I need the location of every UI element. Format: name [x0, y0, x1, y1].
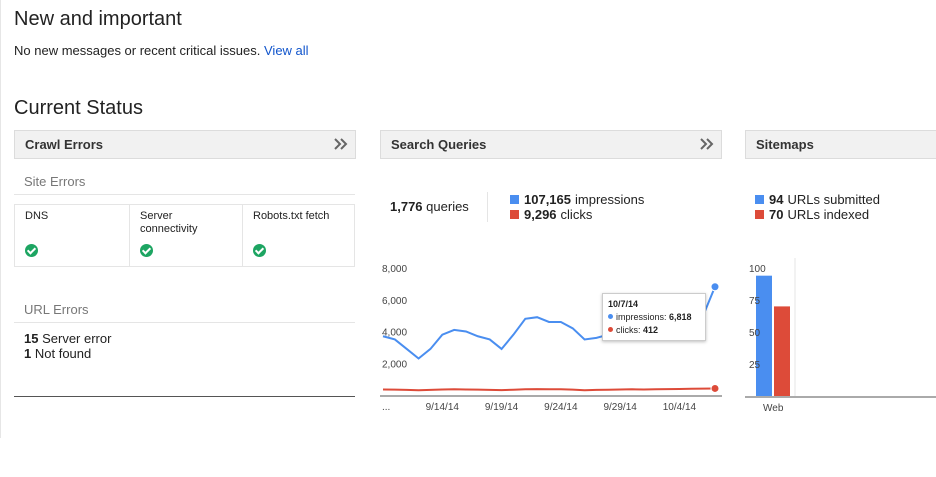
url-error-not-found[interactable]: 1 Not found	[24, 346, 91, 361]
site-error-robots-fetch[interactable]: Robots.txt fetch	[242, 205, 355, 266]
url-error-count: 15	[24, 331, 39, 346]
check-circle-icon	[140, 244, 153, 257]
sitemaps-chart[interactable]: 100 75 50 25 Web	[745, 258, 936, 418]
y-tick-label: 100	[749, 264, 766, 275]
site-errors-grid: DNS Server connectivity Robots.txt fetch	[14, 204, 355, 267]
double-chevron-right-icon[interactable]	[698, 136, 714, 152]
tooltip-impressions-value: 6,818	[669, 312, 692, 322]
tooltip-clicks-value: 412	[643, 325, 659, 335]
y-tick-label: 25	[749, 360, 761, 371]
sitemaps-title: Sitemaps	[756, 137, 814, 152]
new-important-title: New and important	[14, 8, 182, 30]
impressions-point[interactable]	[710, 282, 720, 292]
indexed-swatch	[755, 210, 764, 219]
clicks-legend: 9,296 clicks	[510, 207, 592, 222]
search-queries-header[interactable]: Search Queries	[380, 130, 722, 159]
impressions-count: 107,165	[524, 192, 571, 207]
tooltip-impressions-label: impressions:	[616, 312, 667, 322]
clicks-line	[382, 387, 716, 392]
submitted-label: URLs submitted	[787, 192, 880, 207]
tooltip-clicks-label: clicks:	[616, 325, 641, 335]
indexed-legend: 70 URLs indexed	[755, 207, 869, 222]
check-circle-icon	[253, 244, 266, 257]
submitted-legend: 94 URLs submitted	[755, 192, 880, 207]
y-tick-label: 8,000	[382, 264, 407, 275]
x-tick-label: 9/24/14	[544, 402, 578, 413]
url-error-label: Not found	[34, 346, 92, 361]
submitted-swatch	[755, 195, 764, 204]
x-tick-label: ...	[382, 402, 390, 413]
indexed-label: URLs indexed	[787, 207, 870, 222]
left-border	[0, 0, 1, 438]
x-tick-label: Web	[763, 403, 784, 414]
crawl-errors-header[interactable]: Crawl Errors	[14, 130, 356, 159]
x-tick-label: 9/14/14	[426, 402, 460, 413]
x-tick-label: 10/4/14	[663, 402, 697, 413]
y-tick-label: 75	[749, 296, 761, 307]
site-error-label: Server connectivity	[140, 210, 198, 235]
url-errors-label: URL Errors	[24, 302, 89, 317]
messages-text: No new messages or recent critical issue…	[14, 43, 261, 58]
url-error-count: 1	[24, 346, 32, 361]
clicks-dot	[608, 327, 613, 332]
panel-bottom-border	[14, 396, 355, 397]
sitemaps-panel: Sitemaps 94 URLs submitted 70 URLs index…	[745, 130, 936, 414]
clicks-point[interactable]	[710, 383, 720, 393]
y-tick-label: 2,000	[382, 359, 407, 370]
submitted-count: 94	[769, 192, 784, 207]
check-circle-icon	[25, 244, 38, 257]
impressions-swatch	[510, 195, 519, 204]
url-error-server[interactable]: 15 Server error	[24, 331, 111, 346]
site-error-server-connectivity[interactable]: Server connectivity	[129, 205, 242, 266]
bar-urls-indexed[interactable]	[774, 306, 790, 396]
double-chevron-right-icon[interactable]	[332, 136, 348, 152]
divider	[14, 322, 355, 323]
chart-tooltip: 10/7/14 impressions: 6,818 clicks: 412	[602, 293, 706, 341]
crawl-errors-title: Crawl Errors	[25, 137, 104, 152]
url-error-label: Server error	[42, 331, 112, 346]
clicks-count: 9,296	[524, 207, 557, 222]
messages-summary: No new messages or recent critical issue…	[14, 43, 309, 58]
queries-count: 1,776	[390, 199, 423, 214]
site-error-label: Robots.txt fetch	[253, 210, 330, 222]
impressions-dot	[608, 314, 613, 319]
x-tick-label: 9/29/14	[603, 402, 637, 413]
y-tick-label: 6,000	[382, 296, 407, 307]
view-all-link[interactable]: View all	[264, 43, 309, 58]
sitemaps-header[interactable]: Sitemaps	[745, 130, 936, 159]
queries-label: queries	[426, 199, 469, 214]
site-error-dns[interactable]: DNS	[15, 205, 129, 266]
clicks-swatch	[510, 210, 519, 219]
crawl-errors-panel: Crawl Errors Site Errors DNS Server conn…	[14, 130, 356, 397]
divider	[14, 194, 355, 195]
tooltip-date: 10/7/14	[608, 299, 639, 309]
clicks-label: clicks	[560, 207, 593, 222]
indexed-count: 70	[769, 207, 784, 222]
impressions-legend: 107,165 impressions	[510, 192, 644, 207]
site-errors-label: Site Errors	[24, 174, 86, 189]
search-queries-panel: Search Queries 1,776 queries 107,165 imp…	[380, 130, 722, 413]
site-error-label: DNS	[25, 210, 49, 222]
y-tick-label: 50	[749, 328, 761, 339]
impressions-label: impressions	[575, 192, 645, 207]
queries-summary: 1,776 queries	[390, 199, 469, 214]
current-status-title: Current Status	[14, 97, 143, 119]
search-queries-title: Search Queries	[391, 137, 487, 152]
divider	[487, 192, 488, 222]
x-tick-label: 9/19/14	[485, 402, 519, 413]
